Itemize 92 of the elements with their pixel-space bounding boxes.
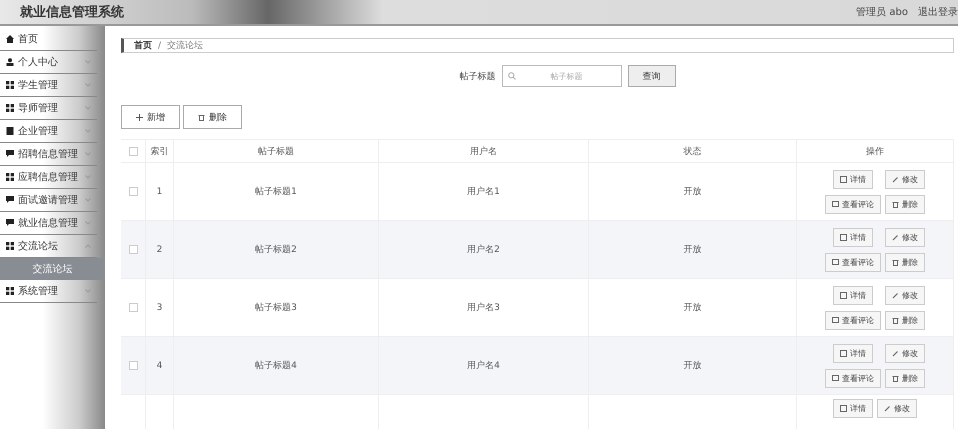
- table-cell-text: 用户名3: [467, 302, 500, 314]
- document-icon: [840, 176, 847, 182]
- comment-icon: [832, 258, 839, 266]
- chat-icon: [6, 150, 14, 158]
- edit-button[interactable]: 修改: [885, 344, 925, 362]
- table-cell: 3: [156, 302, 162, 312]
- row-checkbox[interactable]: [128, 187, 138, 196]
- pencil-icon: [892, 176, 899, 182]
- trash-icon: [892, 200, 899, 208]
- row-checkbox[interactable]: [128, 303, 138, 312]
- table-cell-text: 开放: [684, 302, 702, 314]
- pencil-icon: [892, 292, 899, 298]
- detail-button[interactable]: 详情: [833, 344, 873, 362]
- chat-icon: [6, 219, 14, 227]
- plus-icon: [136, 114, 143, 120]
- document-icon: [6, 127, 14, 135]
- table-cell-text: 开放: [684, 186, 702, 198]
- grid-icon: [6, 242, 14, 250]
- sidebar-item[interactable]: 首页: [0, 28, 97, 51]
- pencil-icon: [892, 234, 899, 240]
- comment-icon: [832, 374, 839, 382]
- trash-icon: [892, 316, 899, 324]
- trash-icon: [892, 374, 899, 382]
- comments-button[interactable]: 查看评论: [825, 310, 881, 330]
- edit-button[interactable]: 修改: [877, 399, 917, 418]
- sidebar-item[interactable]: 导师管理: [0, 97, 97, 120]
- breadcrumb-separator: /: [158, 40, 162, 50]
- sidebar-item[interactable]: 招聘信息管理: [0, 143, 97, 166]
- admin-user: 管理员 abo: [856, 6, 908, 19]
- breadcrumb-link[interactable]: 交流论坛: [167, 39, 204, 52]
- row-checkbox[interactable]: [128, 245, 138, 254]
- sidebar-item[interactable]: 企业管理: [0, 120, 97, 143]
- grid-icon: [6, 287, 14, 295]
- edit-button[interactable]: 修改: [885, 286, 925, 304]
- grid-icon: [6, 173, 14, 181]
- row-checkbox[interactable]: [128, 361, 138, 370]
- search-label: 帖子标题: [460, 70, 496, 82]
- comment-icon: [832, 316, 839, 324]
- table-cell: 1: [156, 186, 162, 196]
- detail-button[interactable]: 详情: [833, 228, 873, 246]
- search-button[interactable]: 查询: [628, 65, 676, 87]
- add-button[interactable]: 新增: [121, 105, 180, 129]
- table-cell-text: 用户名2: [467, 244, 500, 256]
- chat-icon: [6, 196, 14, 204]
- user-icon: [6, 58, 14, 66]
- document-icon: [840, 292, 847, 298]
- grid-icon: [6, 104, 14, 112]
- grid-icon: [6, 81, 14, 89]
- logout-link[interactable]: 退出登录: [918, 5, 958, 19]
- comment-icon: [832, 200, 839, 208]
- sidebar-item[interactable]: 面试邀请管理: [0, 189, 97, 212]
- breadcrumb-link[interactable]: 首页: [134, 39, 152, 52]
- comments-button[interactable]: 查看评论: [825, 252, 881, 272]
- edit-button[interactable]: 修改: [885, 228, 925, 246]
- document-icon: [840, 234, 847, 240]
- table-cell-text: 帖子标题4: [255, 360, 297, 372]
- delete-button[interactable]: 删除: [885, 368, 925, 388]
- detail-button[interactable]: 详情: [833, 286, 873, 304]
- sidebar-item[interactable]: 个人中心: [0, 51, 97, 74]
- sidebar-item[interactable]: 就业信息管理: [0, 212, 97, 235]
- table-cell-text: 开放: [684, 244, 702, 256]
- delete-button[interactable]: 删除: [885, 194, 925, 214]
- sidebar-item[interactable]: 应聘信息管理: [0, 166, 97, 189]
- app-title: 就业信息管理系统: [20, 4, 124, 21]
- table-cell: 2: [156, 244, 162, 254]
- table-cell: 4: [156, 360, 162, 370]
- table-cell-text: 帖子标题2: [255, 244, 297, 256]
- delete-button[interactable]: 删除: [183, 105, 242, 129]
- search-icon: [508, 72, 516, 80]
- delete-button[interactable]: 删除: [885, 310, 925, 330]
- comments-button[interactable]: 查看评论: [825, 368, 881, 388]
- document-icon: [840, 350, 847, 356]
- delete-button[interactable]: 删除: [885, 252, 925, 272]
- search-field[interactable]: 帖子标题: [502, 65, 622, 87]
- pencil-icon: [884, 405, 891, 412]
- sidebar-item[interactable]: 学生管理: [0, 74, 97, 97]
- edit-button[interactable]: 修改: [885, 170, 925, 188]
- table-cell-text: 用户名1: [467, 186, 500, 198]
- table-cell-text: 用户名4: [467, 360, 500, 372]
- table-cell-text: 开放: [684, 360, 702, 372]
- select-all-checkbox[interactable]: [128, 146, 138, 156]
- comments-button[interactable]: 查看评论: [825, 194, 881, 214]
- trash-icon: [198, 114, 205, 120]
- sidebar-item[interactable]: 系统管理: [0, 280, 97, 303]
- table-cell-text: 帖子标题3: [255, 302, 297, 314]
- detail-button[interactable]: 详情: [833, 399, 873, 418]
- pencil-icon: [892, 350, 899, 356]
- document-icon: [840, 405, 847, 412]
- detail-button[interactable]: 详情: [833, 170, 873, 188]
- home-icon: [6, 35, 14, 43]
- table-cell-text: 帖子标题1: [255, 186, 297, 198]
- trash-icon: [892, 258, 899, 266]
